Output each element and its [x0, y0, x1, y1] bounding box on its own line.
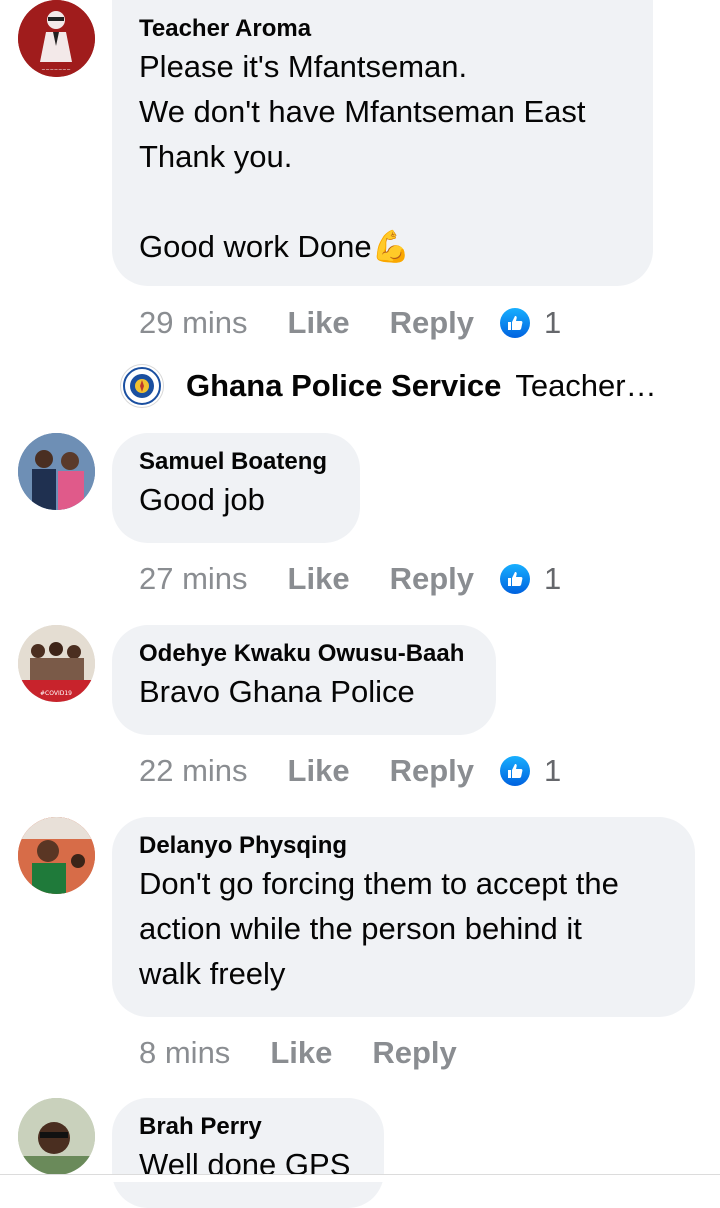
like-button[interactable]: Like — [288, 753, 350, 789]
comment-time[interactable]: 22 mins — [139, 753, 248, 789]
avatar-teacher-aroma[interactable]: ~~~~~~~ — [18, 0, 95, 77]
avatar-image — [18, 817, 95, 894]
police-badge-icon — [120, 364, 164, 408]
comment-line: Good work Done💪 — [139, 229, 411, 264]
comment-bubble: Brah Perry Well done GPS — [112, 1098, 384, 1208]
reaction-count: 1 — [544, 561, 562, 596]
comment-actions: 27 mins Like Reply 1 — [139, 559, 561, 599]
comment-line: Thank you. — [139, 139, 293, 174]
reply-button[interactable]: Reply — [390, 753, 474, 789]
comment-bubble: Samuel Boateng Good job — [112, 433, 360, 543]
svg-text:~~~~~~~: ~~~~~~~ — [41, 67, 70, 73]
avatar-delanyo-physqing[interactable] — [18, 817, 95, 894]
like-button[interactable]: Like — [288, 305, 350, 341]
comment-line: Please it's Mfantseman. — [139, 49, 468, 84]
comment-author[interactable]: Teacher Aroma — [139, 14, 625, 44]
comment-line: walk freely — [139, 956, 286, 991]
thumbs-up-icon[interactable] — [500, 564, 530, 594]
reaction-count: 1 — [544, 305, 562, 340]
comment-author[interactable]: Odehye Kwaku Owusu-Baah — [139, 639, 468, 669]
svg-text:#COVID19: #COVID19 — [40, 690, 72, 697]
comment-author[interactable]: Delanyo Physqing — [139, 831, 667, 861]
comment-text: Please it's Mfantseman. We don't have Mf… — [139, 44, 625, 269]
like-button[interactable]: Like — [270, 1035, 332, 1071]
comment-time[interactable]: 29 mins — [139, 305, 248, 341]
comment-text: Don't go forcing them to accept the acti… — [139, 861, 667, 996]
reply-text: Teacher… — [515, 368, 657, 403]
comment-time[interactable]: 8 mins — [139, 1035, 230, 1071]
like-button[interactable]: Like — [288, 561, 350, 597]
avatar-brah-perry[interactable] — [18, 1098, 95, 1175]
thumbs-up-icon[interactable] — [500, 756, 530, 786]
avatar-image: #COVID19 — [18, 625, 95, 702]
comment-actions: 29 mins Like Reply 1 — [139, 303, 561, 343]
reply-author[interactable]: Ghana Police Service — [186, 368, 501, 404]
comment-text: Bravo Ghana Police — [139, 669, 468, 714]
comment-line: We don't have Mfantseman East — [139, 94, 586, 129]
reply-button[interactable]: Reply — [390, 561, 474, 597]
comment-line — [139, 179, 625, 224]
comment-text: Good job — [139, 477, 332, 522]
reply-preview[interactable]: Ghana Police Service Teacher… — [120, 360, 657, 412]
avatar-image — [18, 1098, 95, 1175]
avatar-image — [18, 433, 95, 510]
thumbs-up-icon[interactable] — [500, 308, 530, 338]
reaction-count: 1 — [544, 753, 562, 788]
avatar-image: ~~~~~~~ — [18, 0, 95, 77]
comment-actions: 8 mins Like Reply — [139, 1033, 457, 1073]
avatar-samuel-boateng[interactable] — [18, 433, 95, 510]
comment-bubble: Delanyo Physqing Don't go forcing them t… — [112, 817, 695, 1017]
comment-line: Bravo Ghana Police — [139, 674, 415, 709]
comment-line: Don't go forcing them to accept the — [139, 866, 619, 901]
comment-line: action while the person behind it — [139, 911, 582, 946]
comment-author[interactable]: Brah Perry — [139, 1112, 356, 1142]
reply-button[interactable]: Reply — [390, 305, 474, 341]
comment-actions: 22 mins Like Reply 1 — [139, 751, 561, 791]
reply-button[interactable]: Reply — [372, 1035, 456, 1071]
comment-author[interactable]: Samuel Boateng — [139, 447, 332, 477]
avatar-odehye-kwaku[interactable]: #COVID19 — [18, 625, 95, 702]
comment-bubble: Odehye Kwaku Owusu-Baah Bravo Ghana Poli… — [112, 625, 496, 735]
comment-time[interactable]: 27 mins — [139, 561, 248, 597]
comment-line: Good job — [139, 482, 265, 517]
comment-bubble: Teacher Aroma Please it's Mfantseman. We… — [112, 0, 653, 286]
